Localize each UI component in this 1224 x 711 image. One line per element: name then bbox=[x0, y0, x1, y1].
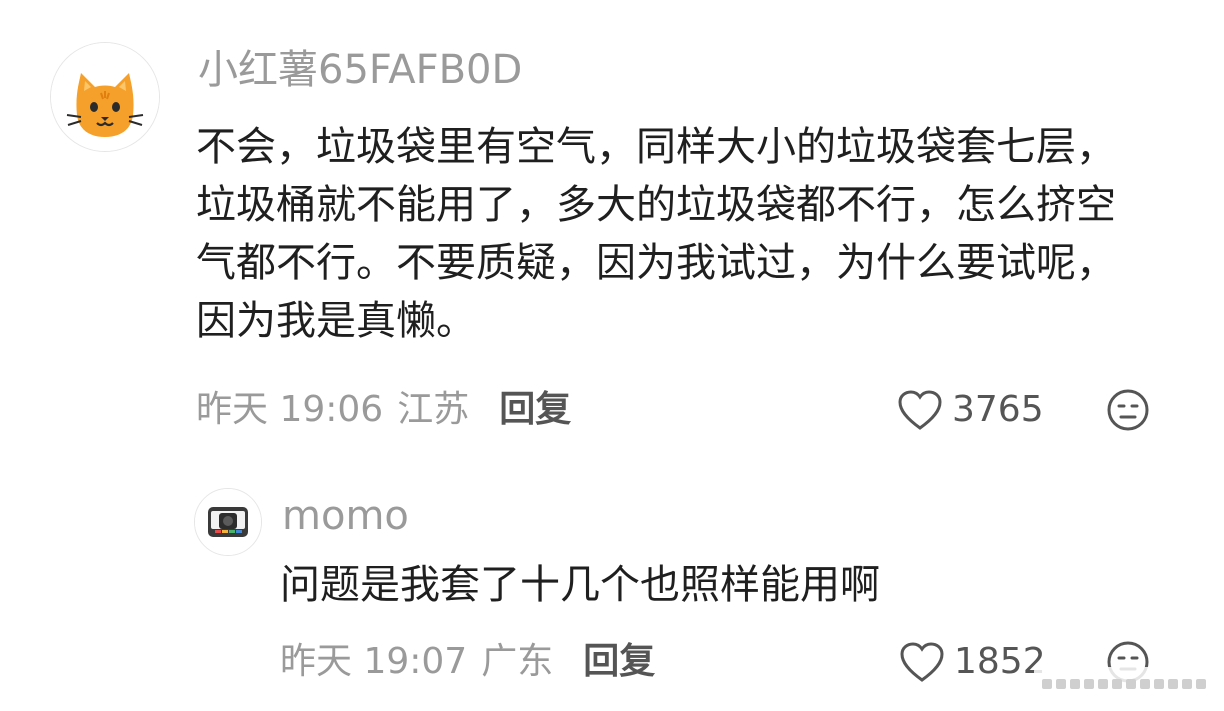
like-button[interactable]: 1852 bbox=[898, 638, 1046, 686]
like-button[interactable]: 3765 bbox=[896, 386, 1044, 434]
reply-button[interactable]: 回复 bbox=[583, 638, 655, 686]
cat-face-avatar-icon bbox=[51, 43, 159, 151]
comment-text: 问题是我套了十几个也照样能用啊 bbox=[280, 562, 880, 608]
avatar[interactable] bbox=[194, 488, 262, 556]
watermark-dots bbox=[1042, 679, 1206, 689]
heart-outline-icon bbox=[898, 390, 942, 430]
watermark-overlay bbox=[1034, 667, 1216, 701]
comment-meta: 昨天 19:06 江苏 回复 bbox=[196, 386, 571, 434]
username[interactable]: momo bbox=[282, 490, 409, 542]
location: 江苏 bbox=[397, 389, 470, 430]
avatar[interactable] bbox=[50, 42, 160, 152]
reply-button[interactable]: 回复 bbox=[499, 386, 571, 434]
timestamp: 昨天 19:06 bbox=[196, 389, 384, 430]
comment-text: 不会，垃圾袋里有空气，同样大小的垃圾袋套七层，垃圾桶就不能用了，多大的垃圾袋都不… bbox=[196, 124, 1116, 344]
like-count: 3765 bbox=[952, 389, 1044, 430]
camera-avatar-icon bbox=[195, 489, 261, 555]
username[interactable]: 小红薯65FAFB0D bbox=[198, 44, 522, 96]
comment-meta: 昨天 19:07 广东 回复 bbox=[280, 638, 655, 686]
like-count: 1852 bbox=[954, 641, 1046, 682]
neutral-face-icon bbox=[1107, 389, 1149, 431]
timestamp: 昨天 19:07 bbox=[280, 641, 468, 682]
heart-outline-icon bbox=[900, 642, 944, 682]
location: 广东 bbox=[481, 641, 554, 682]
reaction-button[interactable] bbox=[1106, 388, 1150, 432]
